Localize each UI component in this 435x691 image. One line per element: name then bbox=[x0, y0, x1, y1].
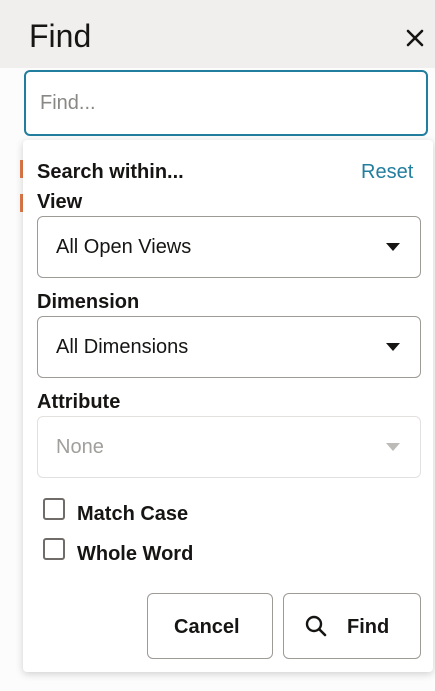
dialog-title: Find bbox=[29, 18, 92, 54]
attribute-select-value: None bbox=[56, 436, 104, 458]
whole-word-checkbox[interactable] bbox=[43, 538, 65, 560]
reset-link[interactable]: Reset bbox=[361, 160, 413, 184]
attribute-select: None bbox=[37, 416, 421, 478]
find-dialog: Find Search within... Reset View All Ope… bbox=[0, 0, 435, 691]
dimension-select[interactable]: All Dimensions bbox=[37, 316, 421, 378]
whole-word-label: Whole Word bbox=[77, 543, 194, 565]
caret-down-icon bbox=[386, 343, 400, 351]
dimension-label: Dimension bbox=[37, 291, 140, 313]
search-within-label: Search within... bbox=[37, 161, 184, 183]
view-select-value: All Open Views bbox=[56, 236, 192, 258]
find-button[interactable]: Find bbox=[283, 593, 421, 659]
dimension-select-value: All Dimensions bbox=[56, 336, 189, 358]
close-icon bbox=[406, 29, 424, 47]
find-button-label: Find bbox=[347, 616, 390, 638]
dialog-header: Find bbox=[0, 0, 435, 68]
caret-down-icon bbox=[386, 443, 400, 451]
view-select[interactable]: All Open Views bbox=[37, 216, 421, 278]
search-options-panel: Search within... Reset View All Open Vie… bbox=[23, 140, 433, 672]
cancel-button[interactable]: Cancel bbox=[147, 593, 273, 659]
attribute-label: Attribute bbox=[37, 391, 121, 413]
search-field[interactable] bbox=[24, 70, 428, 136]
close-button[interactable] bbox=[398, 20, 432, 54]
caret-down-icon bbox=[386, 243, 400, 251]
search-input[interactable] bbox=[40, 80, 410, 126]
cancel-button-label: Cancel bbox=[174, 616, 240, 638]
match-case-checkbox[interactable] bbox=[43, 498, 65, 520]
view-label: View bbox=[37, 191, 83, 213]
match-case-label: Match Case bbox=[77, 503, 189, 525]
search-icon bbox=[305, 615, 327, 637]
